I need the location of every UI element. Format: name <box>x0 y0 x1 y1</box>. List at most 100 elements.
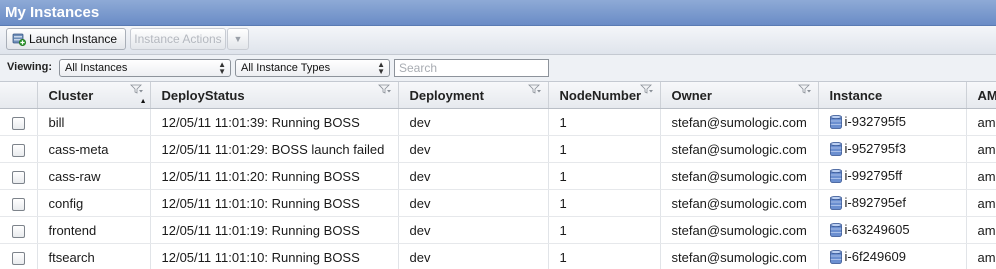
column-header-deploystatus[interactable]: DeployStatus <box>150 82 399 109</box>
cluster-cell: cass-meta <box>37 135 151 163</box>
table-row[interactable]: cass-raw 12/05/11 11:01:20: Running BOSS… <box>0 162 996 190</box>
database-icon <box>829 223 842 237</box>
deploy-status-cell: 12/05/11 11:01:20: Running BOSS <box>150 162 399 190</box>
filter-icon[interactable] <box>129 84 144 94</box>
row-select-cell <box>0 216 38 244</box>
filter-icon[interactable] <box>377 84 392 94</box>
row-checkbox[interactable] <box>11 143 25 157</box>
row-checkbox[interactable] <box>11 170 25 184</box>
ami-cell: ami <box>966 243 996 269</box>
node-number-cell: 1 <box>548 108 661 136</box>
node-number-cell: 1 <box>548 216 661 244</box>
column-header-nodenumber[interactable]: NodeNumber <box>548 82 661 109</box>
instance-id: i-63249605 <box>844 221 910 237</box>
column-header-instance[interactable]: Instance <box>818 82 967 109</box>
instance-id: i-932795f5 <box>844 113 906 129</box>
chevron-down-icon: ▼ <box>233 34 243 44</box>
instances-filter-select[interactable]: All Instances ▲ ▼ <box>59 59 231 77</box>
table-row[interactable]: ftsearch 12/05/11 11:01:10: Running BOSS… <box>0 243 996 269</box>
node-number-cell: 1 <box>548 189 661 217</box>
instance-types-value: All Instance Types <box>241 62 331 74</box>
table-row[interactable]: frontend 12/05/11 11:01:19: Running BOSS… <box>0 216 996 244</box>
select-arrows-icon: ▲ ▼ <box>218 60 226 76</box>
table-row[interactable]: config 12/05/11 11:01:10: Running BOSS d… <box>0 189 996 217</box>
database-icon <box>829 115 842 129</box>
deployment-cell: dev <box>398 243 549 269</box>
database-icon <box>829 169 842 183</box>
instance-id: i-952795f3 <box>844 140 906 156</box>
deployment-cell: dev <box>398 189 549 217</box>
column-label: Deployment <box>409 87 484 103</box>
node-number-cell: 1 <box>548 162 661 190</box>
deploy-status-cell: 12/05/11 11:01:10: Running BOSS <box>150 189 399 217</box>
column-header-owner[interactable]: Owner <box>660 82 819 109</box>
row-select-cell <box>0 135 38 163</box>
node-number-cell: 1 <box>548 243 661 269</box>
owner-cell: stefan@sumologic.com <box>660 216 819 244</box>
deploy-status-cell: 12/05/11 11:01:29: BOSS launch failed <box>150 135 399 163</box>
cluster-cell: bill <box>37 108 151 136</box>
deployment-cell: dev <box>398 216 549 244</box>
instances-table: Cluster ▲ DeployStatus Deployment NodeNu… <box>0 82 996 269</box>
cluster-cell: frontend <box>37 216 151 244</box>
launch-instance-button[interactable]: Launch Instance <box>6 28 126 50</box>
row-checkbox[interactable] <box>11 197 25 211</box>
instance-cell: i-992795ff <box>818 162 967 190</box>
column-header-deployment[interactable]: Deployment <box>398 82 549 109</box>
column-label: Owner <box>671 87 712 103</box>
deployment-cell: dev <box>398 162 549 190</box>
panel-title: My Instances <box>0 0 996 26</box>
cluster-cell: config <box>37 189 151 217</box>
search-input[interactable] <box>394 59 549 77</box>
instance-id: i-992795ff <box>844 167 903 183</box>
instance-cell: i-6f249609 <box>818 243 967 269</box>
owner-cell: stefan@sumologic.com <box>660 189 819 217</box>
ami-cell: ami <box>966 135 996 163</box>
select-arrows-icon: ▲ ▼ <box>377 60 385 76</box>
ami-cell: ami <box>966 108 996 136</box>
instance-id: i-892795ef <box>844 194 906 210</box>
instance-actions-button[interactable]: Instance Actions <box>130 28 226 50</box>
instance-cell: i-952795f3 <box>818 135 967 163</box>
select-column-header <box>0 82 38 109</box>
instance-cell: i-63249605 <box>818 216 967 244</box>
column-header-cluster[interactable]: Cluster ▲ <box>37 82 151 109</box>
column-label: AMI <box>977 87 996 103</box>
instance-actions-dropdown[interactable]: ▼ <box>227 28 249 50</box>
row-checkbox[interactable] <box>11 224 25 238</box>
cluster-cell: cass-raw <box>37 162 151 190</box>
instances-filter-value: All Instances <box>65 62 128 74</box>
filter-icon[interactable] <box>639 84 654 94</box>
row-select-cell <box>0 162 38 190</box>
database-icon <box>829 196 842 210</box>
deployment-cell: dev <box>398 108 549 136</box>
viewing-label: Viewing: <box>7 61 53 73</box>
row-select-cell <box>0 243 38 269</box>
database-icon <box>829 250 842 264</box>
table-row[interactable]: bill 12/05/11 11:01:39: Running BOSS dev… <box>0 108 996 136</box>
table-row[interactable]: cass-meta 12/05/11 11:01:29: BOSS launch… <box>0 135 996 163</box>
deploy-status-cell: 12/05/11 11:01:10: Running BOSS <box>150 243 399 269</box>
ami-cell: ami <box>966 162 996 190</box>
ami-cell: ami <box>966 216 996 244</box>
filter-icon[interactable] <box>527 84 542 94</box>
deploy-status-cell: 12/05/11 11:01:39: Running BOSS <box>150 108 399 136</box>
row-checkbox[interactable] <box>11 251 25 265</box>
instance-types-select[interactable]: All Instance Types ▲ ▼ <box>235 59 390 77</box>
column-label: Instance <box>829 87 883 103</box>
filter-icon[interactable] <box>797 84 812 94</box>
column-label: NodeNumber <box>559 87 642 103</box>
row-select-cell <box>0 189 38 217</box>
launch-instance-label: Launch Instance <box>29 32 118 46</box>
cluster-cell: ftsearch <box>37 243 151 269</box>
sort-ascending-icon: ▲ <box>139 98 147 105</box>
table-header-row: Cluster ▲ DeployStatus Deployment NodeNu… <box>0 82 996 109</box>
column-label: Cluster <box>48 87 94 103</box>
ami-cell: ami <box>966 189 996 217</box>
launch-instance-icon <box>12 33 26 46</box>
database-icon <box>829 142 842 156</box>
owner-cell: stefan@sumologic.com <box>660 162 819 190</box>
column-header-ami[interactable]: AMI <box>966 82 996 109</box>
instance-id: i-6f249609 <box>844 248 906 264</box>
row-checkbox[interactable] <box>11 116 25 130</box>
